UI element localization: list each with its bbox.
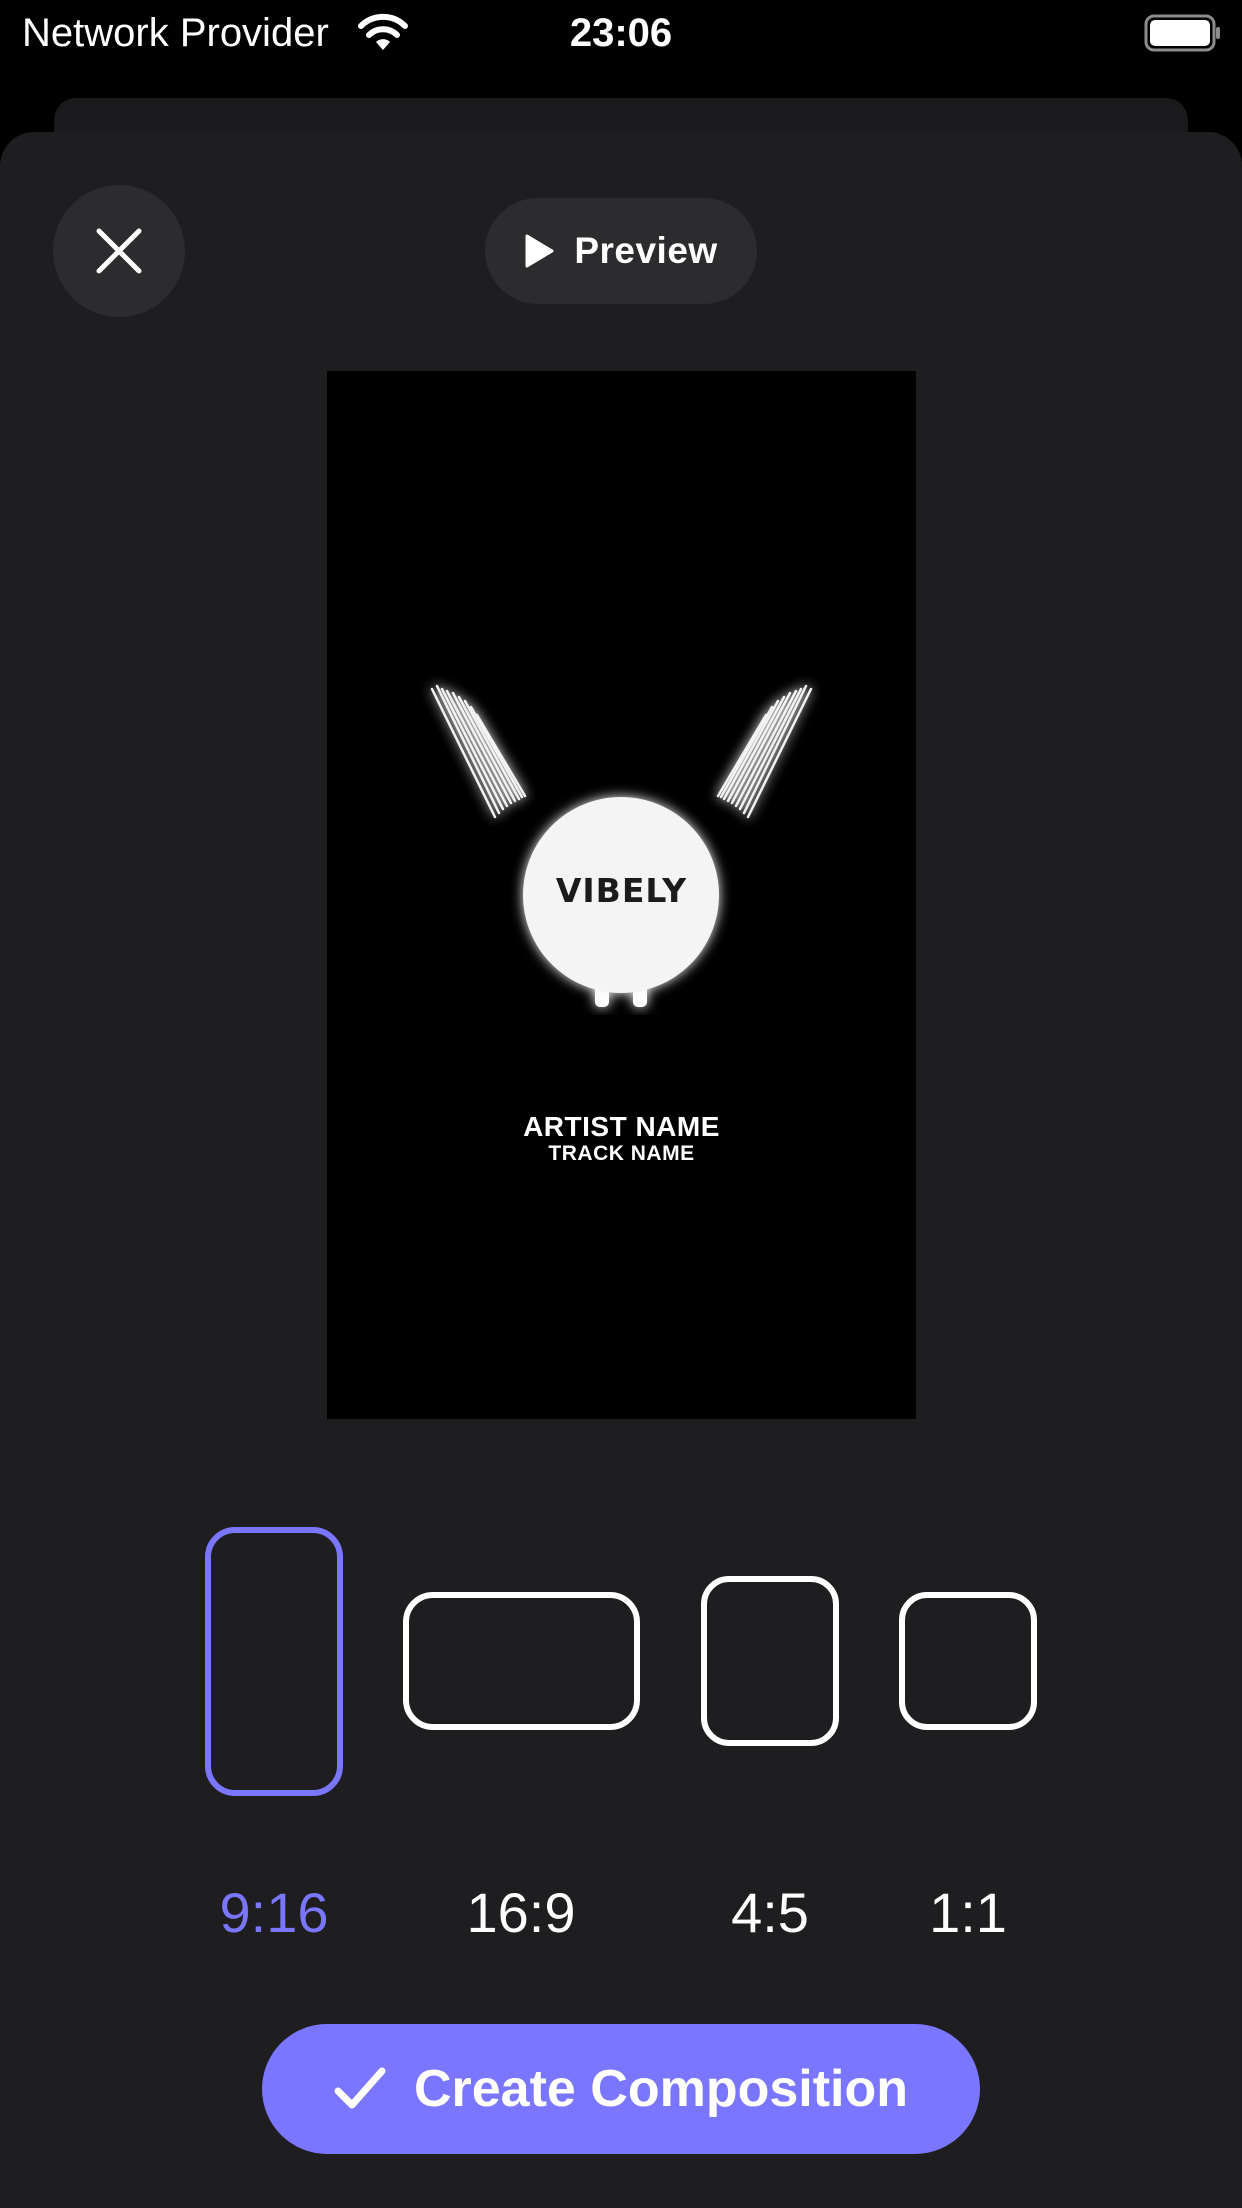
logo-text: VIBELY [555,871,688,910]
spectrum-bars-right [716,684,813,819]
preview-label: Preview [574,230,718,271]
create-composition-button[interactable]: Create Composition [262,2024,980,2154]
battery-icon [1144,14,1220,52]
ratio-frame-4-5[interactable] [701,1576,839,1746]
track-name: TRACK NAME [548,1142,695,1165]
ratio-frame-16-9[interactable] [403,1592,640,1730]
ratio-frame-9-16[interactable] [205,1527,343,1796]
play-icon [525,234,554,268]
create-composition-label: Create Composition [413,2060,909,2118]
ratio-label-4-5[interactable]: 4:5 [670,1880,870,1945]
spectrum-bars-left [430,684,527,819]
ratio-label-9-16[interactable]: 9:16 [174,1880,374,1945]
ratio-label-16-9[interactable]: 16:9 [421,1880,621,1945]
ratio-label-1-1[interactable]: 1:1 [868,1880,1068,1945]
artist-name: ARTIST NAME [523,1111,720,1142]
close-icon [96,228,142,274]
checkmark-icon [334,2067,386,2109]
preview-button[interactable]: Preview [485,198,757,304]
ratio-frame-1-1[interactable] [899,1592,1037,1730]
composition-preview: VIBELY ARTIST NAME TRACK NAME [327,371,916,1419]
close-button[interactable] [53,185,185,317]
clock: 23:06 [569,11,673,55]
status-bar: Network Provider 23:06 [0,0,1242,66]
